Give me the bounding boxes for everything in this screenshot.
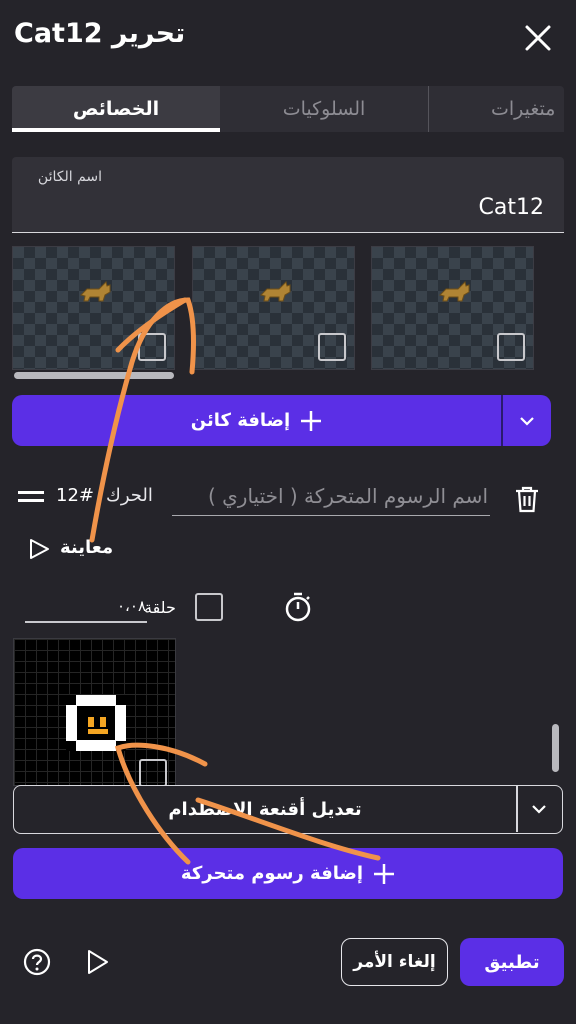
loop-checkbox[interactable] — [195, 593, 223, 621]
sprite-checkbox[interactable] — [318, 333, 346, 361]
animation-frame-thumbnail[interactable] — [13, 638, 176, 786]
tab-behaviors[interactable]: السلوكيات — [220, 86, 428, 132]
help-icon[interactable] — [23, 948, 51, 976]
loop-label: حلقة — [144, 598, 176, 617]
collision-masks-split-button: تعديل أقنعة الاصطدام — [13, 785, 563, 834]
tab-variables[interactable]: متغيرات — [429, 86, 564, 132]
add-sprite-split-button: إضافة كائن — [12, 395, 551, 446]
sprite-thumbnail[interactable] — [192, 246, 355, 370]
cat-sprite-icon — [439, 281, 470, 302]
add-sprite-label: إضافة كائن — [190, 410, 291, 431]
close-icon[interactable] — [522, 22, 554, 54]
cat-sprite-icon — [260, 281, 291, 302]
apply-button[interactable]: تطبيق — [460, 938, 564, 986]
add-sprite-button[interactable]: إضافة كائن — [12, 395, 501, 446]
collision-masks-options-button[interactable] — [516, 786, 562, 832]
object-name-value[interactable]: Cat12 — [479, 195, 544, 220]
cancel-button[interactable]: إلغاء الأمر — [341, 938, 448, 986]
animation-word: الحرك — [106, 485, 153, 506]
add-animation-label: إضافة رسوم متحركة — [180, 863, 364, 884]
animation-number: 12# — [56, 485, 94, 506]
animation-name-placeholder: اسم الرسوم المتحركة ( اختياري ) — [207, 484, 488, 508]
dialog-title: تحرير Cat12 — [14, 18, 186, 49]
add-sprite-options-button[interactable] — [503, 395, 551, 446]
fps-input-underline — [25, 621, 147, 623]
preview-label[interactable]: معاينة — [60, 537, 113, 558]
chevron-down-icon — [520, 416, 534, 426]
tab-properties[interactable]: الخصائص — [12, 86, 220, 132]
play-icon[interactable] — [28, 538, 50, 560]
trash-icon[interactable] — [514, 485, 540, 513]
drag-handle-icon[interactable] — [18, 489, 44, 505]
cat-sprite-icon — [80, 281, 111, 302]
plus-icon — [374, 863, 395, 884]
fps-input[interactable]: ٠،٠٨ — [117, 597, 146, 615]
horizontal-scrollbar[interactable] — [14, 372, 174, 379]
chevron-down-icon — [532, 805, 546, 814]
edit-collision-masks-button[interactable]: تعديل أقنعة الاصطدام — [14, 786, 516, 832]
frame-checkbox[interactable] — [139, 759, 167, 785]
add-animation-button[interactable]: إضافة رسوم متحركة — [13, 848, 563, 899]
plus-icon — [301, 410, 322, 431]
sprite-thumbnail[interactable] — [371, 246, 534, 370]
object-name-label: اسم الكائن — [37, 169, 102, 185]
vertical-scrollbar[interactable] — [552, 724, 559, 772]
active-tab-indicator — [12, 128, 220, 132]
tab-bar: الخصائص السلوكيات متغيرات — [12, 86, 564, 132]
sprite-thumbnail[interactable] — [12, 246, 175, 370]
sprite-checkbox[interactable] — [138, 333, 166, 361]
timer-icon — [282, 591, 314, 623]
sprite-checkbox[interactable] — [497, 333, 525, 361]
object-name-field[interactable]: اسم الكائن Cat12 — [12, 157, 564, 233]
animation-name-input[interactable]: اسم الرسوم المتحركة ( اختياري ) — [172, 478, 490, 516]
play-icon[interactable] — [86, 949, 110, 975]
